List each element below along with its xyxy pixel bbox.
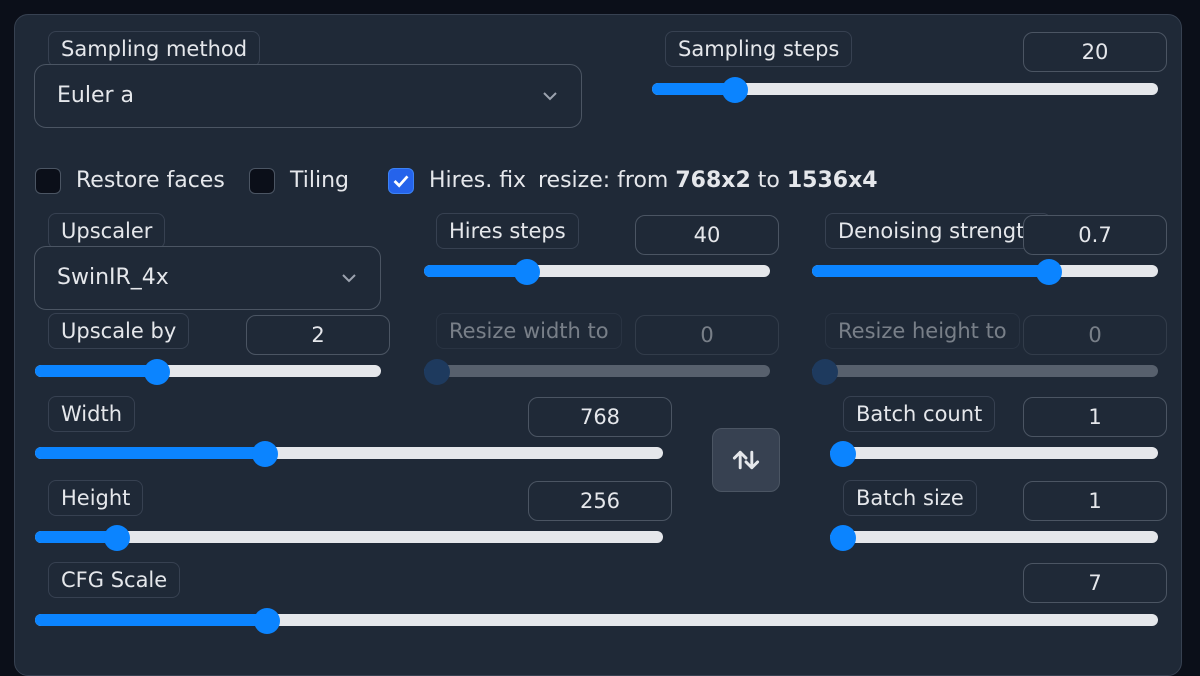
resize-info: resize: from 768x2 to 1536x4 <box>538 168 878 193</box>
upscale-by-slider[interactable] <box>35 359 381 385</box>
slider-thumb[interactable] <box>513 259 540 285</box>
upscaler-value: SwinIR_4x <box>57 265 169 290</box>
tiling-checkbox[interactable] <box>249 168 275 194</box>
swap-dimensions-button[interactable] <box>712 428 780 492</box>
batch-count-slider[interactable] <box>830 441 1158 467</box>
swap-vertical-icon <box>732 450 760 470</box>
sampling-method-value: Euler a <box>57 83 135 108</box>
cfg-scale-input[interactable]: 7 <box>1023 563 1167 603</box>
batch-size-input[interactable]: 1 <box>1023 481 1167 521</box>
slider-thumb[interactable] <box>1036 259 1062 285</box>
sampling-steps-slider[interactable] <box>652 77 1158 103</box>
slider-thumb[interactable] <box>254 608 281 634</box>
batch-size-label: Batch size <box>843 480 977 516</box>
slider-thumb[interactable] <box>143 359 170 385</box>
hires-fix-checkbox[interactable] <box>388 168 414 194</box>
slider-thumb[interactable] <box>104 525 131 551</box>
resize-width-slider[interactable] <box>424 359 770 385</box>
slider-thumb[interactable] <box>721 77 748 103</box>
resize-height-input[interactable]: 0 <box>1023 315 1167 355</box>
hires-steps-label: Hires steps <box>436 213 579 249</box>
batch-count-input[interactable]: 1 <box>1023 397 1167 437</box>
width-slider[interactable] <box>35 441 663 467</box>
restore-faces-checkbox[interactable] <box>35 168 61 194</box>
sampling-method-label: Sampling method <box>48 31 261 67</box>
height-slider[interactable] <box>35 525 663 551</box>
upscale-by-input[interactable]: 2 <box>246 315 390 355</box>
resize-width-label: Resize width to <box>436 313 622 349</box>
slider-thumb[interactable] <box>812 359 838 385</box>
cfg-scale-label: CFG Scale <box>48 562 181 598</box>
hires-steps-slider[interactable] <box>424 259 770 285</box>
upscale-by-label: Upscale by <box>48 313 190 349</box>
resize-height-slider[interactable] <box>812 359 1158 385</box>
denoising-strength-input[interactable]: 0.7 <box>1023 215 1167 255</box>
slider-thumb[interactable] <box>830 441 856 467</box>
slider-thumb[interactable] <box>424 359 450 385</box>
width-input[interactable]: 768 <box>528 397 672 437</box>
resize-height-label: Resize height to <box>825 313 1020 349</box>
sampling-steps-label: Sampling steps <box>665 31 853 67</box>
slider-thumb[interactable] <box>830 525 856 551</box>
denoising-strength-label: Denoising strength <box>825 213 1051 249</box>
check-icon <box>393 175 409 188</box>
height-label: Height <box>48 480 144 516</box>
height-input[interactable]: 256 <box>528 481 672 521</box>
slider-thumb[interactable] <box>251 441 278 467</box>
upscaler-dropdown[interactable]: SwinIR_4x <box>34 246 381 310</box>
restore-faces-label: Restore faces <box>76 168 225 193</box>
tiling-label: Tiling <box>290 168 350 193</box>
sampling-method-dropdown[interactable]: Euler a <box>34 64 582 128</box>
hires-fix-label: Hires. fix <box>429 168 527 193</box>
resize-width-input[interactable]: 0 <box>635 315 779 355</box>
batch-count-label: Batch count <box>843 396 996 432</box>
batch-size-slider[interactable] <box>830 525 1158 551</box>
chevron-down-icon <box>342 274 356 283</box>
upscaler-label: Upscaler <box>48 213 166 249</box>
cfg-scale-slider[interactable] <box>35 608 1158 634</box>
denoising-strength-slider[interactable] <box>812 259 1158 285</box>
sampling-steps-input[interactable]: 20 <box>1023 32 1167 72</box>
hires-steps-input[interactable]: 40 <box>635 215 779 255</box>
width-label: Width <box>48 396 136 432</box>
chevron-down-icon <box>543 92 557 101</box>
